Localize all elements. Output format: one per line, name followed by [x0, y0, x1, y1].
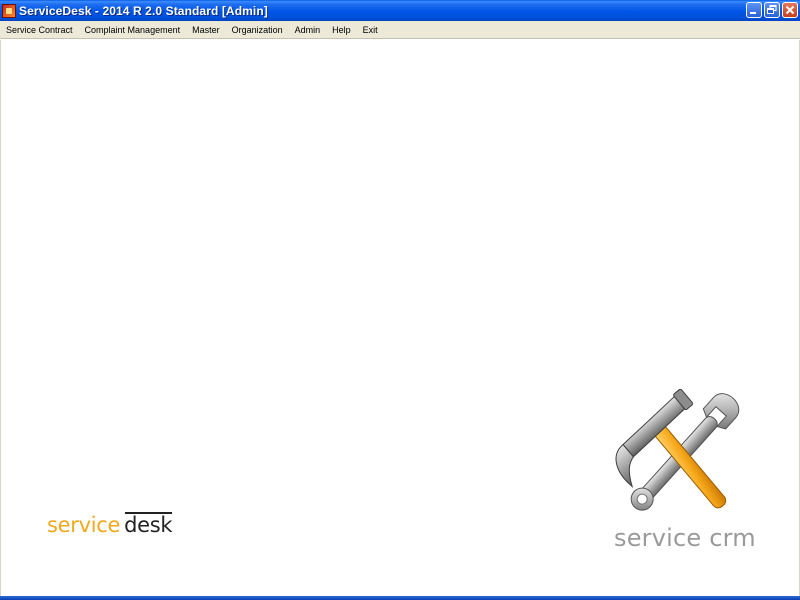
restore-button[interactable]: [764, 2, 780, 18]
window-controls: [746, 2, 798, 18]
menu-admin[interactable]: Admin: [289, 21, 327, 39]
menu-master[interactable]: Master: [186, 21, 226, 39]
menu-help[interactable]: Help: [326, 21, 357, 39]
minimize-icon: [750, 12, 756, 14]
minimize-button[interactable]: [746, 2, 762, 18]
service-desk-logo-word1: service: [47, 513, 121, 537]
close-icon: [785, 5, 795, 15]
menu-service-contract[interactable]: Service Contract: [0, 21, 79, 39]
service-desk-logo: service desk: [47, 510, 173, 537]
menu-organization[interactable]: Organization: [226, 21, 289, 39]
restore-icon: [767, 5, 777, 14]
close-button[interactable]: [782, 2, 798, 18]
menu-complaint-management[interactable]: Complaint Management: [79, 21, 187, 39]
service-crm-label: service crm: [614, 524, 756, 552]
app-window: ServiceDesk - 2014 R 2.0 Standard [Admin…: [0, 0, 800, 600]
app-icon[interactable]: [2, 3, 16, 18]
title-bar[interactable]: ServiceDesk - 2014 R 2.0 Standard [Admin…: [0, 0, 800, 21]
menu-bar: Service Contract Complaint Management Ma…: [0, 21, 800, 39]
menu-exit[interactable]: Exit: [357, 21, 384, 39]
service-desk-logo-word2: desk: [124, 512, 173, 537]
hammer-wrench-icon: [615, 388, 740, 511]
window-bottom-border: [0, 596, 800, 600]
window-title: ServiceDesk - 2014 R 2.0 Standard [Admin…: [19, 3, 268, 18]
